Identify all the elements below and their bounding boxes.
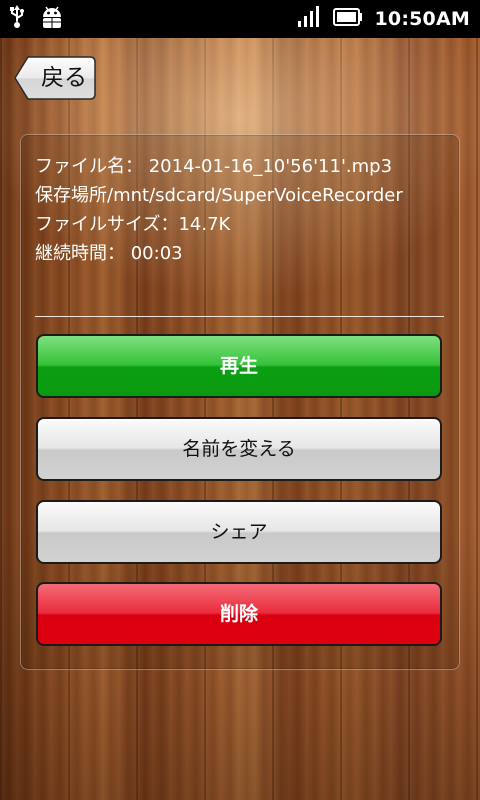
- back-button[interactable]: 戻る: [14, 56, 96, 100]
- file-info: ファイル名： 2014-01-16_10'56'11'.mp3 保存場所/mnt…: [35, 152, 465, 268]
- usb-icon: [8, 4, 26, 34]
- rename-button[interactable]: 名前を変える: [36, 417, 442, 481]
- play-button[interactable]: 再生: [36, 334, 442, 398]
- delete-button[interactable]: 削除: [36, 582, 442, 646]
- back-button-label: 戻る: [41, 65, 87, 91]
- file-duration-line: 継続時間： 00:03: [35, 243, 183, 264]
- file-location-line: 保存場所/mnt/sdcard/SuperVoiceRecorder: [35, 185, 403, 206]
- share-button[interactable]: シェア: [36, 500, 442, 564]
- file-size-line: ファイルサイズ：14.7K: [35, 214, 231, 235]
- signal-icon: [297, 6, 321, 32]
- status-bar: 10:50AM: [0, 0, 480, 38]
- battery-icon: [332, 8, 363, 30]
- status-clock: 10:50AM: [374, 8, 470, 30]
- panel-divider: [35, 316, 444, 317]
- android-debug-icon: [40, 4, 64, 34]
- file-name-line: ファイル名： 2014-01-16_10'56'11'.mp3: [35, 156, 393, 177]
